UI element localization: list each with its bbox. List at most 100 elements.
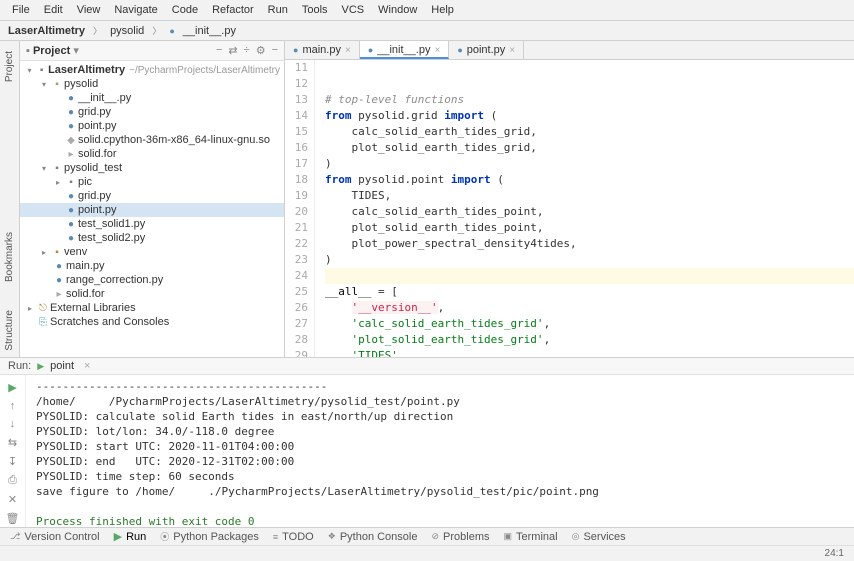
rail-bookmarks-button[interactable]: Bookmarks [2,226,17,288]
tree-item-label: grid.py [78,190,111,202]
dropdown-icon[interactable]: ▾ [73,45,79,57]
tool-python-console[interactable]: ❖Python Console [328,531,418,543]
tree-folder-venv[interactable]: ▸▪ venv [20,245,284,259]
close-icon[interactable]: × [84,360,90,372]
run-config-icon: ▶ [37,361,44,372]
close-icon[interactable]: × [434,45,440,56]
tree-file-so[interactable]: ◆solid.cpython-36m-x86_64-linux-gnu.so [20,133,284,147]
expand-all-icon[interactable]: ÷ [244,44,250,57]
run-config-name[interactable]: point [50,360,74,372]
tree-file-grid[interactable]: ●grid.py [20,105,284,119]
close-icon[interactable]: × [509,45,515,56]
code-editor[interactable]: 11121314151617181920212223242526272829 #… [285,60,854,357]
project-panel-title: Project [33,45,70,57]
print-icon[interactable]: ⎙ [8,474,17,487]
tree-item-label: LaserAltimetry [48,64,125,76]
run-output[interactable]: ----------------------------------------… [26,375,854,533]
tree-file-main[interactable]: ●main.py [20,259,284,273]
run-panel: Run: ▶ point × ▶ ↑ ↓ ⇆ ↧ ⎙ ✕ 🗑 ---------… [0,357,854,527]
tool-terminal[interactable]: ▣Terminal [504,531,558,543]
menu-run[interactable]: Run [262,2,294,18]
collapse-icon[interactable]: − [216,44,222,57]
menu-refactor[interactable]: Refactor [206,2,260,18]
line-gutter: 11121314151617181920212223242526272829 [285,60,315,357]
tree-scratches[interactable]: ⎘ Scratches and Consoles [20,315,284,329]
breadcrumb-sep-icon [150,24,163,37]
menu-tools[interactable]: Tools [296,2,334,18]
delete-icon[interactable]: 🗑 [6,512,20,525]
scroll-icon[interactable]: ↧ [8,455,17,468]
menu-help[interactable]: Help [425,2,460,18]
menu-edit[interactable]: Edit [38,2,69,18]
rail-project-button[interactable]: Project [2,45,17,88]
tab-label: point.py [467,44,506,56]
tree-file-range[interactable]: ●range_correction.py [20,273,284,287]
tree-folder-pysolid[interactable]: ▾▪ pysolid [20,77,284,91]
tree-folder-pysolid-test[interactable]: ▾▪ pysolid_test [20,161,284,175]
tree-file-init[interactable]: ●__init__.py [20,91,284,105]
tree-item-label: main.py [66,260,105,272]
tool-services[interactable]: ◎Services [572,531,626,543]
tab-label: main.py [302,44,341,56]
menu-code[interactable]: Code [166,2,204,18]
rerun-icon[interactable]: ▶ [8,381,16,394]
tree-item-label: __init__.py [78,92,131,104]
python-file-icon: ● [293,45,298,55]
run-label: Run: [8,360,31,372]
tree-root[interactable]: ▾▪ LaserAltimetry ~/PycharmProjects/Lase… [20,63,284,77]
tree-file-sfor[interactable]: ▸solid.for [20,287,284,301]
tree-file-tgrid[interactable]: ●grid.py [20,189,284,203]
close-icon[interactable]: × [345,45,351,56]
clear-icon[interactable]: ✕ [8,493,17,506]
tree-item-label: solid.cpython-36m-x86_64-linux-gnu.so [78,134,270,146]
tree-file-tpoint[interactable]: ●point.py [20,203,284,217]
status-bar: 24:1 [0,545,854,561]
tree-item-label: pic [78,176,92,188]
menu-window[interactable]: Window [372,2,423,18]
breadcrumb-folder[interactable]: pysolid [110,25,144,37]
code-content[interactable]: # top-level functionsfrom pysolid.grid i… [315,60,854,357]
breadcrumb-file[interactable]: __init__.py [183,25,236,37]
tree-item-path: ~/PycharmProjects/LaserAltimetry [129,65,280,76]
tree-item-label: solid.for [78,148,117,160]
project-tree[interactable]: ▾▪ LaserAltimetry ~/PycharmProjects/Lase… [20,61,284,357]
tree-file-ts2[interactable]: ●test_solid2.py [20,231,284,245]
tool-run[interactable]: ▶Run [114,530,147,543]
tree-file-ts1[interactable]: ●test_solid1.py [20,217,284,231]
tool-version-control[interactable]: ⎇Version Control [10,531,100,543]
tree-folder-pic[interactable]: ▸▪ pic [20,175,284,189]
tree-item-label: test_solid1.py [78,218,145,230]
tree-item-label: Scratches and Consoles [50,316,169,328]
run-toolbar: ▶ ↑ ↓ ⇆ ↧ ⎙ ✕ 🗑 [0,375,26,533]
rail-structure-button[interactable]: Structure [2,304,17,357]
menu-view[interactable]: View [71,2,107,18]
up-icon[interactable]: ↑ [10,400,16,412]
folder-icon: ▪ [26,45,30,57]
tab-init[interactable]: ● __init__.py × [360,41,450,59]
menu-vcs[interactable]: VCS [336,2,371,18]
tab-main[interactable]: ● main.py × [285,41,360,59]
tool-problems[interactable]: ⊘Problems [431,531,489,543]
hide-icon[interactable]: − [272,44,278,57]
breadcrumb: LaserAltimetry pysolid ● __init__.py [0,21,854,41]
editor-area: ● main.py × ● __init__.py × ● point.py ×… [285,41,854,357]
tool-todo[interactable]: ≡TODO [273,531,314,543]
run-panel-header: Run: ▶ point × [0,358,854,375]
tab-point[interactable]: ● point.py × [449,41,524,59]
menu-file[interactable]: File [6,2,36,18]
tool-python-packages[interactable]: ⦿Python Packages [160,530,259,543]
tree-file-for[interactable]: ▸solid.for [20,147,284,161]
down-icon[interactable]: ↓ [10,418,16,430]
tree-external-libs[interactable]: ▸⎋ External Libraries [20,301,284,315]
breadcrumb-project[interactable]: LaserAltimetry [8,25,85,37]
settings-icon[interactable]: ⚙ [256,44,266,57]
menu-navigate[interactable]: Navigate [108,2,163,18]
wrap-icon[interactable]: ⇆ [8,436,17,449]
cursor-position[interactable]: 24:1 [825,548,844,559]
select-opened-icon[interactable]: ⇄ [228,44,237,57]
tree-file-point[interactable]: ●point.py [20,119,284,133]
bottom-tool-strip: ⎇Version Control ▶Run ⦿Python Packages ≡… [0,527,854,545]
project-panel-tools: − ⇄ ÷ ⚙ − [216,44,278,57]
left-tool-rail: Project Bookmarks Structure [0,41,20,357]
tree-item-label: pysolid_test [64,162,122,174]
